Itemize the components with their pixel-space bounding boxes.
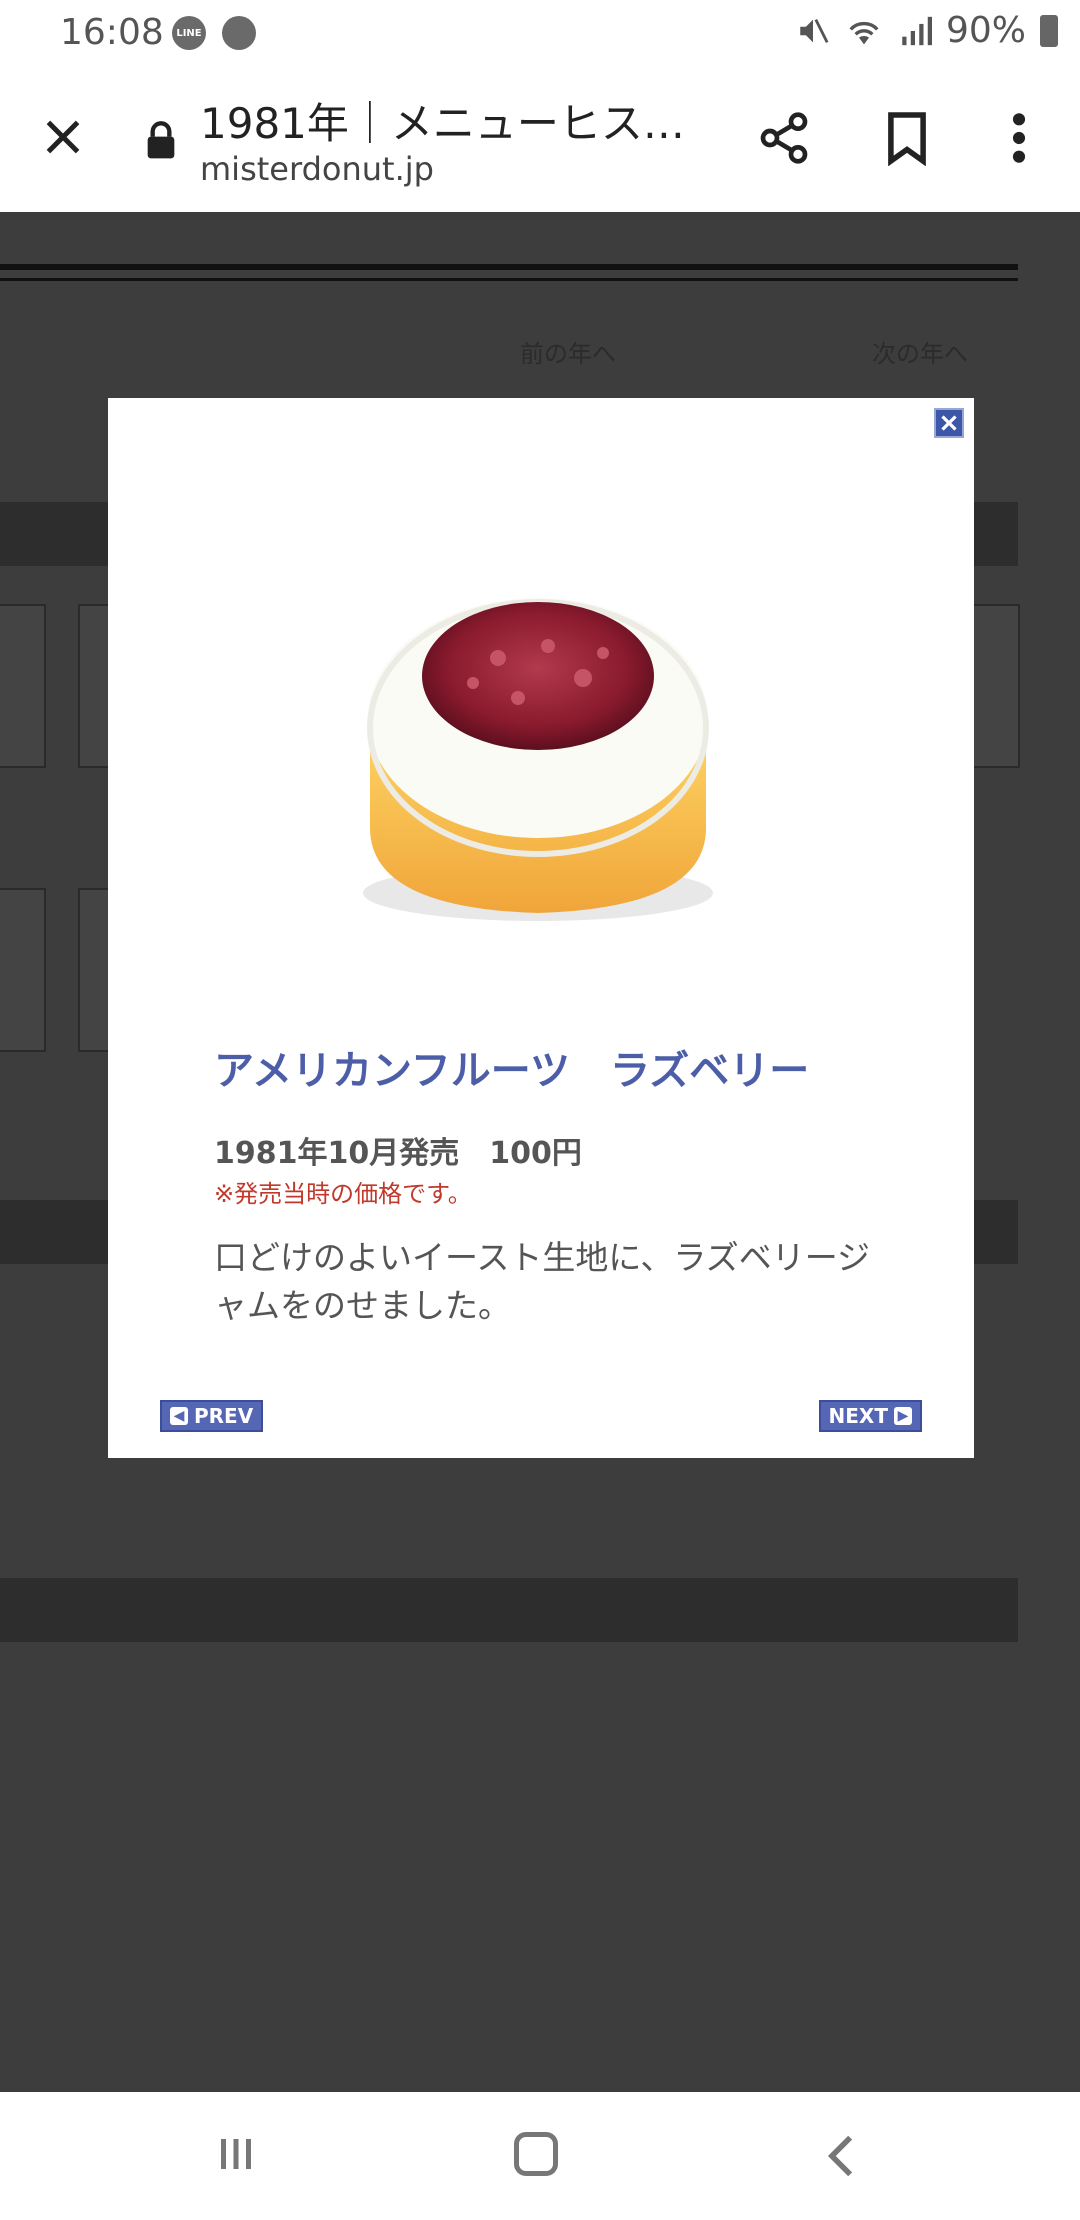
mute-icon: [800, 18, 829, 43]
browser-app-icon: [222, 16, 256, 50]
price-note: ※発売当時の価格です。: [214, 1180, 472, 1208]
release-info: 1981年10月発売 100円: [214, 1136, 582, 1171]
close-tab-icon[interactable]: [38, 112, 88, 162]
wifi-icon: [849, 21, 879, 44]
home-button-icon[interactable]: [514, 2132, 558, 2176]
product-name: アメリカンフルーツ ラズベリー: [214, 1048, 810, 1094]
recent-apps-icon[interactable]: [216, 2134, 256, 2174]
page-url[interactable]: misterdonut.jp: [200, 150, 434, 188]
menu-thumbnail[interactable]: [0, 888, 46, 1052]
prev-year-link[interactable]: 前の年へ: [520, 334, 616, 369]
status-time: 16:08: [60, 12, 164, 53]
next-button[interactable]: NEXT ▶: [818, 1400, 922, 1432]
menu-thumbnail[interactable]: [0, 604, 46, 768]
next-label: NEXT: [828, 1404, 888, 1428]
browser-toolbar: 1981年｜メニューヒス… misterdonut.jp: [0, 68, 1080, 213]
arrow-left-icon: ◀: [170, 1407, 188, 1425]
product-image: [363, 598, 713, 921]
battery-percent: 90%: [945, 10, 1026, 51]
more-menu-icon[interactable]: [1006, 110, 1032, 166]
status-right: 90%: [796, 10, 1058, 51]
divider: [0, 264, 1018, 270]
page-title[interactable]: 1981年｜メニューヒス…: [200, 90, 685, 151]
share-icon[interactable]: [756, 108, 812, 168]
system-nav-bar: [0, 2092, 1080, 2220]
product-description: 口どけのよいイースト生地に、ラズベリージャムをのせました。: [214, 1238, 871, 1325]
battery-icon: [1040, 14, 1058, 47]
modal-close-button[interactable]: [934, 408, 964, 438]
status-bar: 16:08 LINE 90%: [0, 0, 1080, 68]
line-app-icon: LINE: [172, 16, 206, 50]
divider: [0, 278, 1018, 281]
signal-icon: [902, 16, 932, 45]
lock-icon: [147, 121, 175, 159]
bookmark-icon[interactable]: [884, 110, 930, 166]
section-header-bar: [0, 1578, 1018, 1642]
next-year-link[interactable]: 次の年へ: [872, 334, 968, 369]
product-modal: アメリカンフルーツ ラズベリー 1981年10月発売 100円 ※発売当時の価格…: [108, 398, 974, 1458]
prev-button[interactable]: ◀ PREV: [160, 1400, 264, 1432]
arrow-right-icon: ▶: [894, 1407, 912, 1425]
back-icon[interactable]: [826, 2134, 856, 2178]
close-icon: [941, 415, 957, 431]
prev-label: PREV: [194, 1404, 254, 1428]
